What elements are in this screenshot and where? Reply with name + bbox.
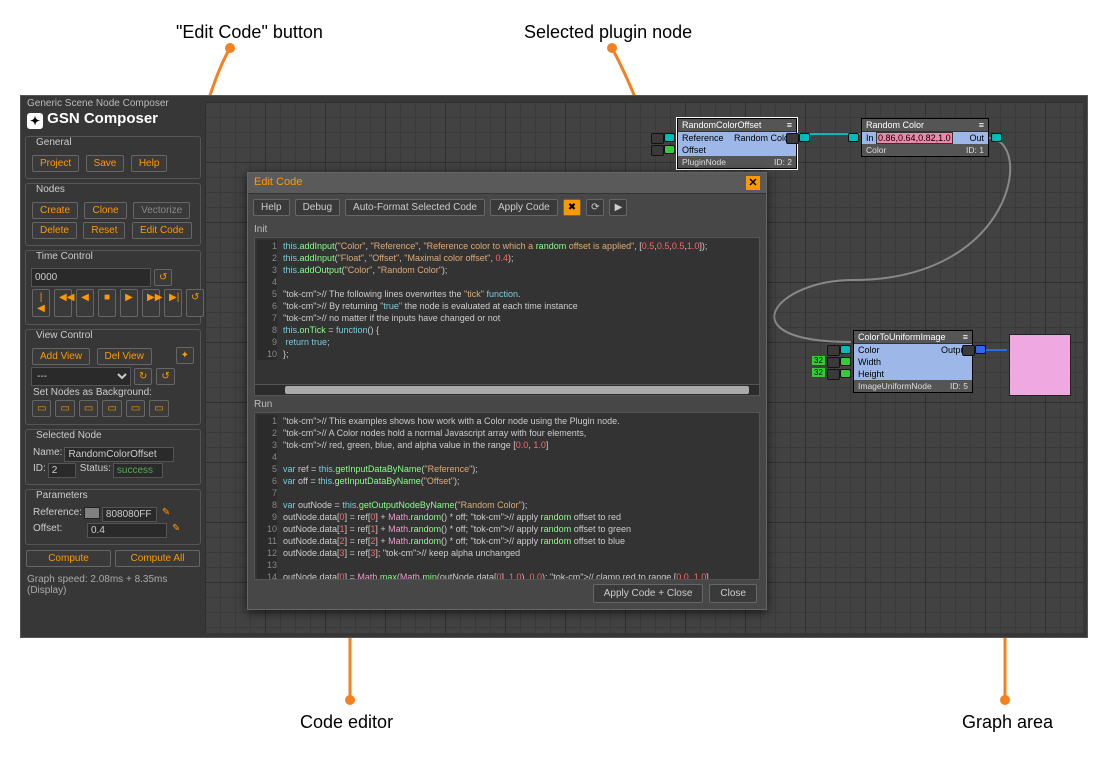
rewind-icon[interactable]: ◀◀ bbox=[54, 289, 72, 317]
project-button[interactable]: Project bbox=[32, 155, 79, 172]
port-c2i-width-in[interactable] bbox=[840, 357, 851, 366]
create-node-button[interactable]: Create bbox=[32, 202, 78, 219]
node-plugin[interactable]: RandomColorOffset≡ Reference Random Colo… bbox=[677, 118, 797, 169]
dlg-stop-icon[interactable]: ✖ bbox=[563, 199, 581, 216]
node-menu-icon[interactable]: ≡ bbox=[963, 332, 968, 342]
time-value-input[interactable] bbox=[31, 268, 151, 287]
init-code-editor[interactable]: 1this.addInput("Color", "Reference", "Re… bbox=[254, 237, 760, 385]
image-preview[interactable] bbox=[1009, 334, 1071, 396]
node-menu-icon[interactable]: ≡ bbox=[787, 120, 792, 130]
port-random-color-out[interactable] bbox=[799, 133, 810, 142]
selected-id-input[interactable] bbox=[48, 463, 76, 478]
compute-all-button[interactable]: Compute All bbox=[115, 550, 200, 567]
bg-slot-5[interactable]: ▭ bbox=[126, 400, 145, 417]
compute-button[interactable]: Compute bbox=[26, 550, 111, 567]
loop-icon[interactable]: ↺ bbox=[186, 289, 204, 317]
callout-graph-area: Graph area bbox=[962, 712, 1053, 733]
transport-controls: |◀ ◀◀ ◀ ■ ▶ ▶▶ ▶| ↺ bbox=[31, 288, 195, 318]
dlg-refresh-icon[interactable]: ⟳ bbox=[586, 199, 604, 216]
dialog-close-button[interactable]: ✕ bbox=[746, 176, 760, 190]
selected-status bbox=[113, 463, 163, 478]
close-button[interactable]: Close bbox=[709, 584, 757, 603]
port-c2i-color-in[interactable] bbox=[840, 345, 851, 354]
callout-code-editor: Code editor bbox=[300, 712, 393, 733]
help-button[interactable]: Help bbox=[131, 155, 168, 172]
init-label: Init bbox=[254, 224, 760, 235]
dlg-apply-button[interactable]: Apply Code bbox=[490, 199, 558, 216]
view-select[interactable]: --- bbox=[31, 367, 131, 386]
bg-slot-4[interactable]: ▭ bbox=[102, 400, 121, 417]
color-value-chip: 0.86,0.64,0.82,1.0 bbox=[876, 132, 953, 144]
panel-nodes: Nodes Create Clone Vectorize Delete Rese… bbox=[25, 183, 201, 246]
port-c2i-output[interactable] bbox=[975, 345, 986, 354]
ffwd-icon[interactable]: ▶▶ bbox=[142, 289, 160, 317]
reference-hex-input[interactable] bbox=[102, 507, 157, 522]
dialog-titlebar[interactable]: Edit Code ✕ bbox=[248, 173, 766, 194]
view-cycle2-icon[interactable]: ↺ bbox=[156, 368, 174, 385]
offset-input[interactable] bbox=[87, 523, 167, 538]
panel-selected-node: Selected Node Name: ID: Status: bbox=[25, 429, 201, 485]
del-view-button[interactable]: Del View bbox=[97, 348, 152, 365]
sidebar: General Project Save Help Nodes Create C… bbox=[25, 136, 201, 596]
port-color-in[interactable] bbox=[848, 133, 859, 142]
clone-node-button[interactable]: Clone bbox=[84, 202, 126, 219]
bg-slot-2[interactable]: ▭ bbox=[55, 400, 74, 417]
width-chip: 32 bbox=[812, 356, 825, 365]
view-settings-icon[interactable]: ✦ bbox=[176, 347, 194, 364]
edit-code-button[interactable]: Edit Code bbox=[132, 222, 192, 239]
vectorize-button[interactable]: Vectorize bbox=[133, 202, 190, 219]
bg-slot-3[interactable]: ▭ bbox=[79, 400, 98, 417]
step-back-icon[interactable]: ◀ bbox=[76, 289, 94, 317]
add-view-button[interactable]: Add View bbox=[32, 348, 90, 365]
selected-name-input[interactable] bbox=[64, 447, 174, 462]
port-color-out[interactable] bbox=[991, 133, 1002, 142]
skip-start-icon[interactable]: |◀ bbox=[32, 289, 50, 317]
dlg-run-icon[interactable]: ▶ bbox=[609, 199, 627, 216]
delete-node-button[interactable]: Delete bbox=[32, 222, 77, 239]
graph-speed-label: Graph speed: 2.08ms + 8.35ms (Display) bbox=[25, 574, 201, 596]
panel-view-control: View Control Add View Del View ✦ --- ↻ ↺… bbox=[25, 329, 201, 425]
init-hscroll[interactable] bbox=[254, 384, 760, 396]
bg-label: Set Nodes as Background: bbox=[33, 387, 195, 398]
app-title: ✦ GSN Composer bbox=[27, 110, 158, 127]
panel-time-control: Time Control ↺ |◀ ◀◀ ◀ ■ ▶ ▶▶ ▶| ↺ bbox=[25, 250, 201, 325]
step-fwd-icon[interactable]: ▶ bbox=[120, 289, 138, 317]
panel-parameters: Parameters Reference: ✎ Offset: ✎ bbox=[25, 489, 201, 545]
height-chip: 32 bbox=[812, 368, 825, 377]
panel-general: General Project Save Help bbox=[25, 136, 201, 179]
view-cycle1-icon[interactable]: ↻ bbox=[134, 368, 152, 385]
save-button[interactable]: Save bbox=[86, 155, 125, 172]
reference-edit-icon[interactable]: ✎ bbox=[162, 507, 170, 522]
stop-icon[interactable]: ■ bbox=[98, 289, 116, 317]
app-window: Generic Scene Node Composer ✦ GSN Compos… bbox=[20, 95, 1088, 638]
reference-swatch[interactable] bbox=[84, 507, 100, 519]
node-random-color[interactable]: Random Color≡ In 0.86,0.64,0.82,1.0 Out … bbox=[861, 118, 989, 157]
code-editor-dialog: Edit Code ✕ Help Debug Auto-Format Selec… bbox=[247, 172, 767, 610]
dlg-help-button[interactable]: Help bbox=[253, 199, 290, 216]
apply-close-button[interactable]: Apply Code + Close bbox=[593, 584, 704, 603]
run-code-editor[interactable]: 1"tok-cm">// This examples shows how wor… bbox=[254, 412, 760, 580]
dlg-debug-button[interactable]: Debug bbox=[295, 199, 340, 216]
offset-edit-icon[interactable]: ✎ bbox=[172, 523, 180, 538]
time-reset-icon[interactable]: ↺ bbox=[154, 269, 172, 286]
bg-slot-1[interactable]: ▭ bbox=[32, 400, 51, 417]
dlg-autoformat-button[interactable]: Auto-Format Selected Code bbox=[345, 199, 485, 216]
callout-edit-code: "Edit Code" button bbox=[176, 22, 323, 43]
node-color-to-image[interactable]: ColorToUniformImage≡ Color Output Width … bbox=[853, 330, 973, 393]
graph-canvas[interactable]: RandomColorOffset≡ Reference Random Colo… bbox=[205, 102, 1083, 633]
skip-end-icon[interactable]: ▶| bbox=[164, 289, 182, 317]
app-logo-icon: ✦ bbox=[27, 113, 43, 129]
node-menu-icon[interactable]: ≡ bbox=[979, 120, 984, 130]
reset-node-button[interactable]: Reset bbox=[83, 222, 125, 239]
dialog-toolbar: Help Debug Auto-Format Selected Code App… bbox=[248, 194, 766, 221]
bg-slot-6[interactable]: ▭ bbox=[149, 400, 168, 417]
port-offset-in[interactable] bbox=[664, 145, 675, 154]
run-label: Run bbox=[254, 399, 760, 410]
port-reference-in[interactable] bbox=[664, 133, 675, 142]
port-c2i-height-in[interactable] bbox=[840, 369, 851, 378]
callout-plugin-node: Selected plugin node bbox=[524, 22, 692, 43]
